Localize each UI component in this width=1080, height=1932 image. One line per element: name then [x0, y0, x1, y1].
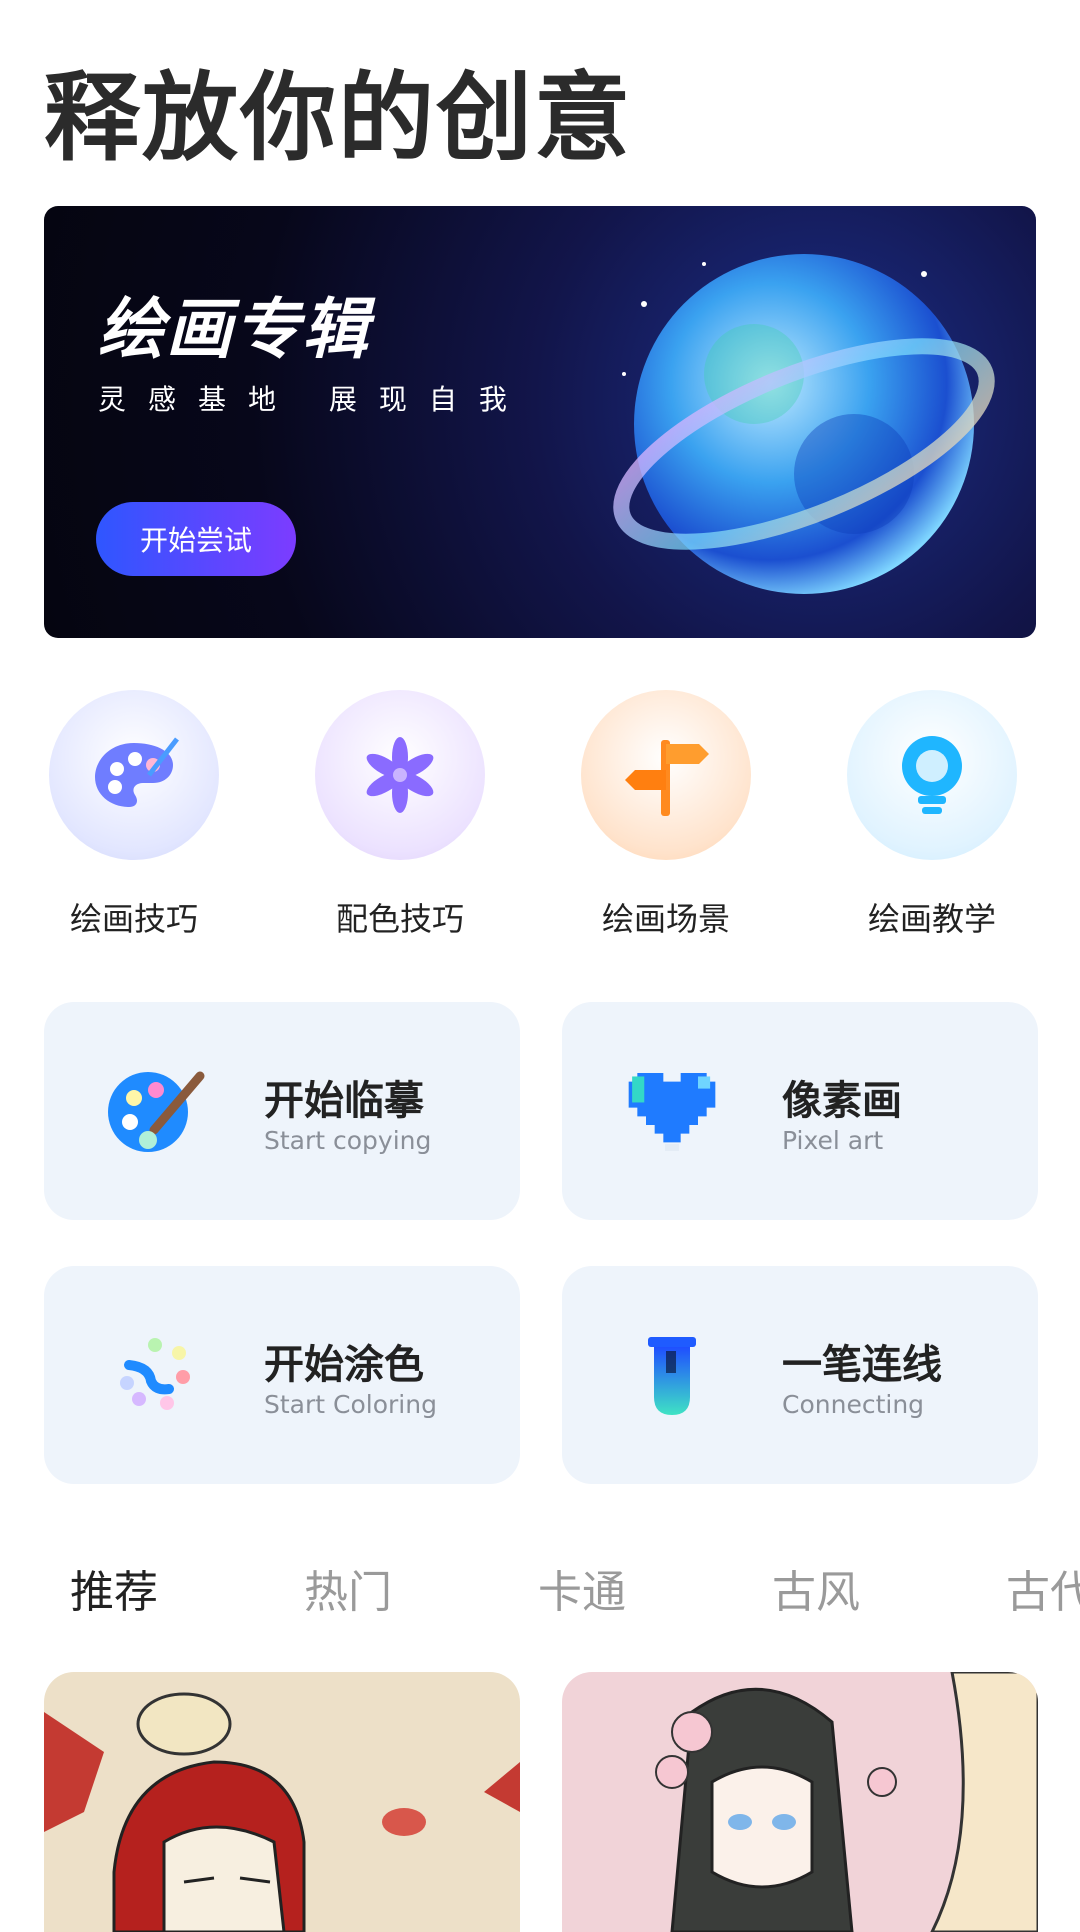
banner-title: 绘画专辑 [98, 291, 370, 368]
color-dots-icon [102, 1324, 206, 1428]
page-title: 释放你的创意 [44, 62, 632, 174]
category-painting-scenes[interactable]: 绘画场景 [566, 690, 766, 940]
feature-title: 一笔连线 [782, 1342, 942, 1388]
tab-cartoon[interactable]: 卡通 [538, 1556, 626, 1620]
palette-icon [49, 690, 219, 860]
pixel-art-card[interactable]: 像素画 Pixel art [562, 1002, 1038, 1220]
category-label: 配色技巧 [335, 900, 464, 938]
start-copying-card[interactable]: 开始临摹 Start copying [44, 1002, 520, 1220]
category-painting-teaching[interactable]: 绘画教学 [832, 690, 1032, 940]
tab-ancient[interactable]: 古代 [1006, 1556, 1080, 1620]
tab-ancient-style[interactable]: 古风 [772, 1556, 860, 1620]
feature-subtitle: Start copying [264, 1126, 432, 1155]
tab-hot[interactable]: 热门 [304, 1556, 392, 1620]
feature-title: 开始涂色 [264, 1342, 424, 1388]
artwork-image [44, 1692, 520, 1932]
test-tube-icon [620, 1324, 724, 1428]
artwork-image [655, 1672, 1038, 1932]
palette-brush-icon [102, 1060, 206, 1164]
tab-recommended[interactable]: 推荐 [70, 1556, 158, 1620]
lightbulb-icon [847, 690, 1017, 860]
planet-illustration [613, 254, 995, 594]
promo-banner[interactable]: 绘画专辑 灵感基地 展现自我 开始尝试 [44, 206, 1036, 638]
artwork-card[interactable] [562, 1672, 1038, 1932]
feature-subtitle: Connecting [782, 1390, 925, 1419]
start-try-button[interactable]: 开始尝试 [96, 502, 296, 576]
pixel-heart-icon [620, 1060, 724, 1164]
banner-subtitle: 灵感基地 展现自我 [98, 383, 529, 416]
feature-subtitle: Start Coloring [264, 1390, 437, 1419]
start-coloring-card[interactable]: 开始涂色 Start Coloring [44, 1266, 520, 1484]
feature-title: 像素画 [782, 1078, 902, 1124]
connecting-card[interactable]: 一笔连线 Connecting [562, 1266, 1038, 1484]
category-color-skills[interactable]: 配色技巧 [300, 690, 500, 940]
category-painting-skills[interactable]: 绘画技巧 [34, 690, 234, 940]
flower-icon [315, 690, 485, 860]
feature-title: 开始临摹 [264, 1078, 424, 1124]
artwork-card[interactable] [44, 1672, 520, 1932]
category-label: 绘画技巧 [69, 900, 198, 938]
category-label: 绘画教学 [867, 900, 996, 938]
category-label: 绘画场景 [601, 900, 730, 938]
feature-subtitle: Pixel art [782, 1126, 884, 1155]
signpost-icon [581, 690, 751, 860]
